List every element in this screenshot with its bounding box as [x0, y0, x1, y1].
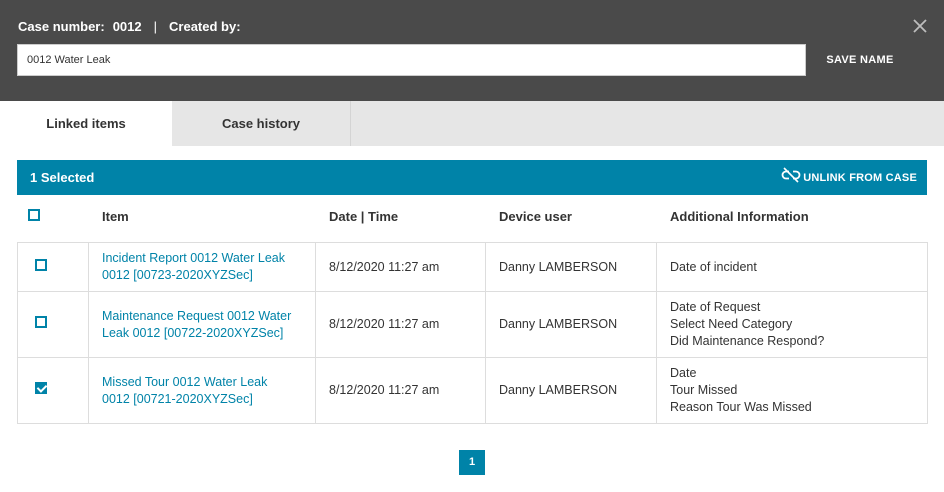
- row-checkbox[interactable]: [35, 316, 47, 328]
- row-checkbox-cell: [17, 357, 89, 424]
- pagination-page-button[interactable]: 1: [459, 450, 485, 475]
- save-name-button[interactable]: SAVE NAME: [818, 44, 902, 76]
- additional-info-cell: Date of Request Select Need Category Did…: [656, 291, 928, 358]
- column-header-datetime[interactable]: Date | Time: [329, 195, 398, 239]
- datetime-cell: 8/12/2020 11:27 am: [315, 291, 486, 358]
- device-user-cell: Danny LAMBERSON: [485, 291, 657, 358]
- close-icon[interactable]: [912, 18, 930, 36]
- datetime-cell: 8/12/2020 11:27 am: [315, 242, 486, 292]
- item-link[interactable]: Missed Tour 0012 Water Leak 0012 [00721-2…: [102, 374, 302, 408]
- item-link[interactable]: Maintenance Request 0012 Water Leak 0012 …: [102, 308, 302, 342]
- item-cell: Maintenance Request 0012 Water Leak 0012 …: [88, 291, 316, 358]
- info-line: Date: [670, 366, 697, 380]
- item-link-line2: 0012 [00723-2020XYZSec]: [102, 268, 253, 282]
- item-link-line1: Missed Tour 0012 Water Leak: [102, 374, 268, 389]
- additional-info-cell: Date Tour Missed Reason Tour Was Missed: [656, 357, 928, 424]
- info-line: Date of Request: [670, 300, 761, 314]
- selection-bar: 1 Selected UNLINK FROM CASE: [17, 160, 927, 195]
- item-link[interactable]: Incident Report 0012 Water Leak 0012 [007…: [102, 250, 302, 284]
- table-row: Maintenance Request 0012 Water Leak 0012 …: [17, 291, 928, 358]
- unlink-icon: [781, 167, 801, 188]
- item-cell: Incident Report 0012 Water Leak 0012 [007…: [88, 242, 316, 292]
- additional-info-cell: Date of incident: [656, 242, 928, 292]
- unlink-label: UNLINK FROM CASE: [803, 171, 917, 184]
- device-user-cell: Danny LAMBERSON: [485, 242, 657, 292]
- info-line: Tour Missed: [670, 383, 738, 397]
- case-info-separator: |: [153, 19, 158, 34]
- item-link-line2: 0012 [00721-2020XYZSec]: [102, 391, 253, 406]
- info-line: Did Maintenance Respond?: [670, 334, 825, 348]
- device-user-cell: Danny LAMBERSON: [485, 357, 657, 424]
- tab-linked-items[interactable]: Linked items: [0, 101, 172, 146]
- column-header-item[interactable]: Item: [102, 195, 129, 239]
- row-checkbox[interactable]: [35, 258, 47, 271]
- row-checkbox-checked[interactable]: [35, 382, 47, 394]
- item-cell: Missed Tour 0012 Water Leak 0012 [00721-2…: [88, 357, 316, 424]
- select-all-checkbox[interactable]: [28, 209, 40, 221]
- table-row: Incident Report 0012 Water Leak 0012 [007…: [17, 242, 928, 292]
- selected-count: 1 Selected: [30, 170, 95, 185]
- info-line: Select Need Category: [670, 317, 793, 331]
- case-header: Case number: 0012 | Created by: SAVE NAME: [0, 0, 944, 101]
- tab-case-history[interactable]: Case history: [172, 101, 351, 146]
- info-line: Date of incident: [670, 259, 757, 274]
- table-header: Item Date | Time Device user Additional …: [17, 195, 927, 243]
- select-all-cell: [28, 209, 40, 224]
- row-checkbox-cell: [17, 291, 89, 358]
- datetime-cell: 8/12/2020 11:27 am: [315, 357, 486, 424]
- case-number-value: 0012: [112, 19, 142, 34]
- row-checkbox-cell: [17, 242, 89, 292]
- case-name-input[interactable]: [17, 44, 806, 76]
- column-header-additional-info[interactable]: Additional Information: [670, 195, 809, 239]
- info-line: Reason Tour Was Missed: [670, 400, 812, 414]
- created-by-label: Created by:: [169, 19, 241, 34]
- case-number-label: Case number:: [18, 19, 105, 34]
- item-link-line2: Leak 0012 [00722-2020XYZSec]: [102, 325, 284, 340]
- column-header-device-user[interactable]: Device user: [499, 195, 572, 239]
- item-link-line1: Maintenance Request 0012 Water: [102, 308, 292, 323]
- table-row: Missed Tour 0012 Water Leak 0012 [00721-2…: [17, 357, 928, 424]
- unlink-from-case-button[interactable]: UNLINK FROM CASE: [781, 160, 917, 195]
- item-link-line1: Incident Report 0012 Water Leak: [102, 251, 285, 265]
- case-info-line: Case number: 0012 | Created by:: [18, 19, 241, 34]
- tab-bar: Linked items Case history: [0, 101, 944, 146]
- linked-items-table: Incident Report 0012 Water Leak 0012 [007…: [17, 242, 928, 424]
